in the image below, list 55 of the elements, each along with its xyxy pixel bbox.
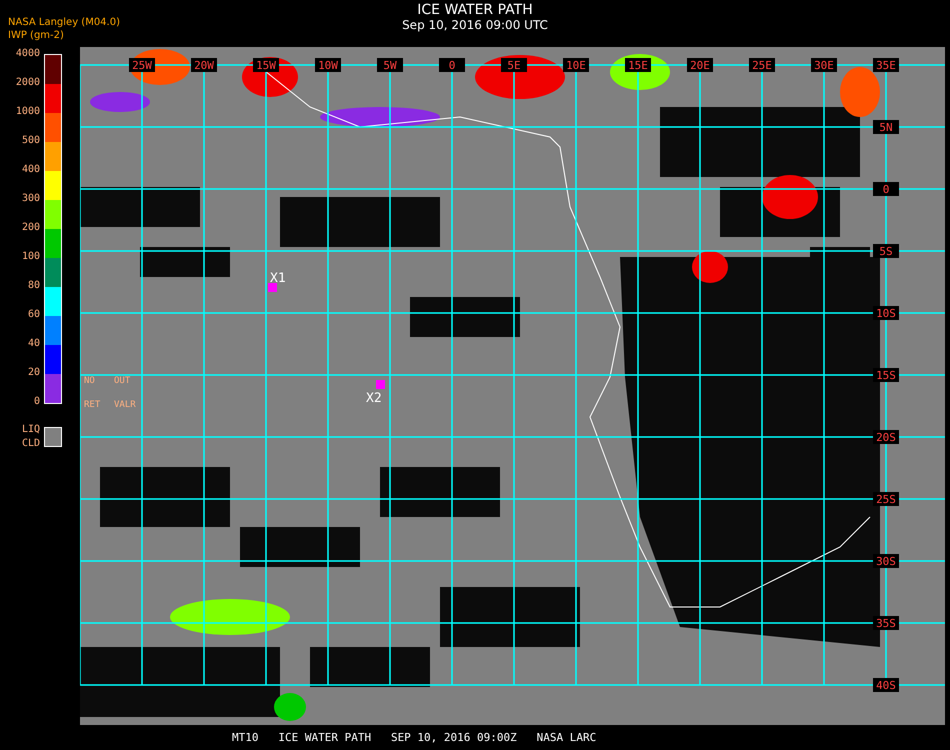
legend-note: VALR bbox=[114, 400, 136, 410]
scale-tick-label: 0 bbox=[34, 395, 40, 409]
footer-caption: MT10 ICE WATER PATH SEP 10, 2016 09:00Z NASA LARC bbox=[232, 731, 596, 744]
longitude-label: 35E bbox=[873, 58, 899, 72]
legend-note: NO bbox=[84, 376, 95, 386]
longitude-label: 15W bbox=[253, 58, 279, 72]
latitude-label: 25S bbox=[873, 492, 899, 506]
scale-tick-label: 300 bbox=[22, 192, 40, 206]
scale-tick-label: 100 bbox=[22, 250, 40, 264]
scale-tick-label: 80 bbox=[28, 279, 40, 293]
scale-tick-label: 2000 bbox=[16, 76, 40, 90]
latitude-label: 15S bbox=[873, 368, 899, 382]
cloud-patch bbox=[274, 693, 306, 721]
cloud-label: CLD bbox=[22, 437, 40, 451]
latitude-label: 10S bbox=[873, 306, 899, 320]
marker-label: X2 bbox=[366, 391, 382, 406]
marker-label: X1 bbox=[270, 271, 286, 286]
longitude-label: 5E bbox=[501, 58, 527, 72]
scale-tick-label: 4000 bbox=[16, 47, 40, 61]
longitude-label: 30E bbox=[811, 58, 837, 72]
latitude-label: 35S bbox=[873, 616, 899, 630]
source-label: NASA Langley (M04.0) bbox=[8, 16, 120, 29]
latitude-label: 5N bbox=[873, 120, 899, 134]
liquid-label: LIQ bbox=[22, 423, 40, 437]
legend-note: RET bbox=[84, 400, 100, 410]
scale-tick-label: 1000 bbox=[16, 105, 40, 119]
location-marker bbox=[376, 380, 385, 389]
scale-tick-label: 20 bbox=[28, 366, 40, 380]
chart-timestamp: Sep 10, 2016 09:00 UTC bbox=[402, 18, 548, 33]
longitude-label: 15E bbox=[625, 58, 651, 72]
latitude-label: 40S bbox=[873, 678, 899, 692]
latitude-label: 20S bbox=[873, 430, 899, 444]
longitude-label: 25E bbox=[749, 58, 775, 72]
scale-tick-label: 40 bbox=[28, 337, 40, 351]
longitude-label: 10W bbox=[315, 58, 341, 72]
location-marker bbox=[268, 283, 277, 292]
chart-title: ICE WATER PATH bbox=[417, 2, 533, 18]
legend-note: OUT bbox=[114, 376, 130, 386]
longitude-label: 5W bbox=[377, 58, 403, 72]
scale-tick-label: 500 bbox=[22, 134, 40, 148]
latitude-label: 0 bbox=[873, 182, 899, 196]
scale-tick-label: 200 bbox=[22, 221, 40, 235]
scale-tick-label: 60 bbox=[28, 308, 40, 322]
cloud-patch bbox=[90, 92, 150, 112]
latitude-label: 30S bbox=[873, 554, 899, 568]
longitude-label: 20E bbox=[687, 58, 713, 72]
longitude-label: 20W bbox=[191, 58, 217, 72]
latitude-label: 5S bbox=[873, 244, 899, 258]
cloud-patch bbox=[692, 251, 728, 283]
longitude-label: 0 bbox=[439, 58, 465, 72]
cloud-patch bbox=[762, 175, 818, 219]
longitude-label: 25W bbox=[129, 58, 155, 72]
scale-tick-label: 400 bbox=[22, 163, 40, 177]
longitude-label: 10E bbox=[563, 58, 589, 72]
units-label: IWP (gm-2) bbox=[8, 29, 64, 42]
